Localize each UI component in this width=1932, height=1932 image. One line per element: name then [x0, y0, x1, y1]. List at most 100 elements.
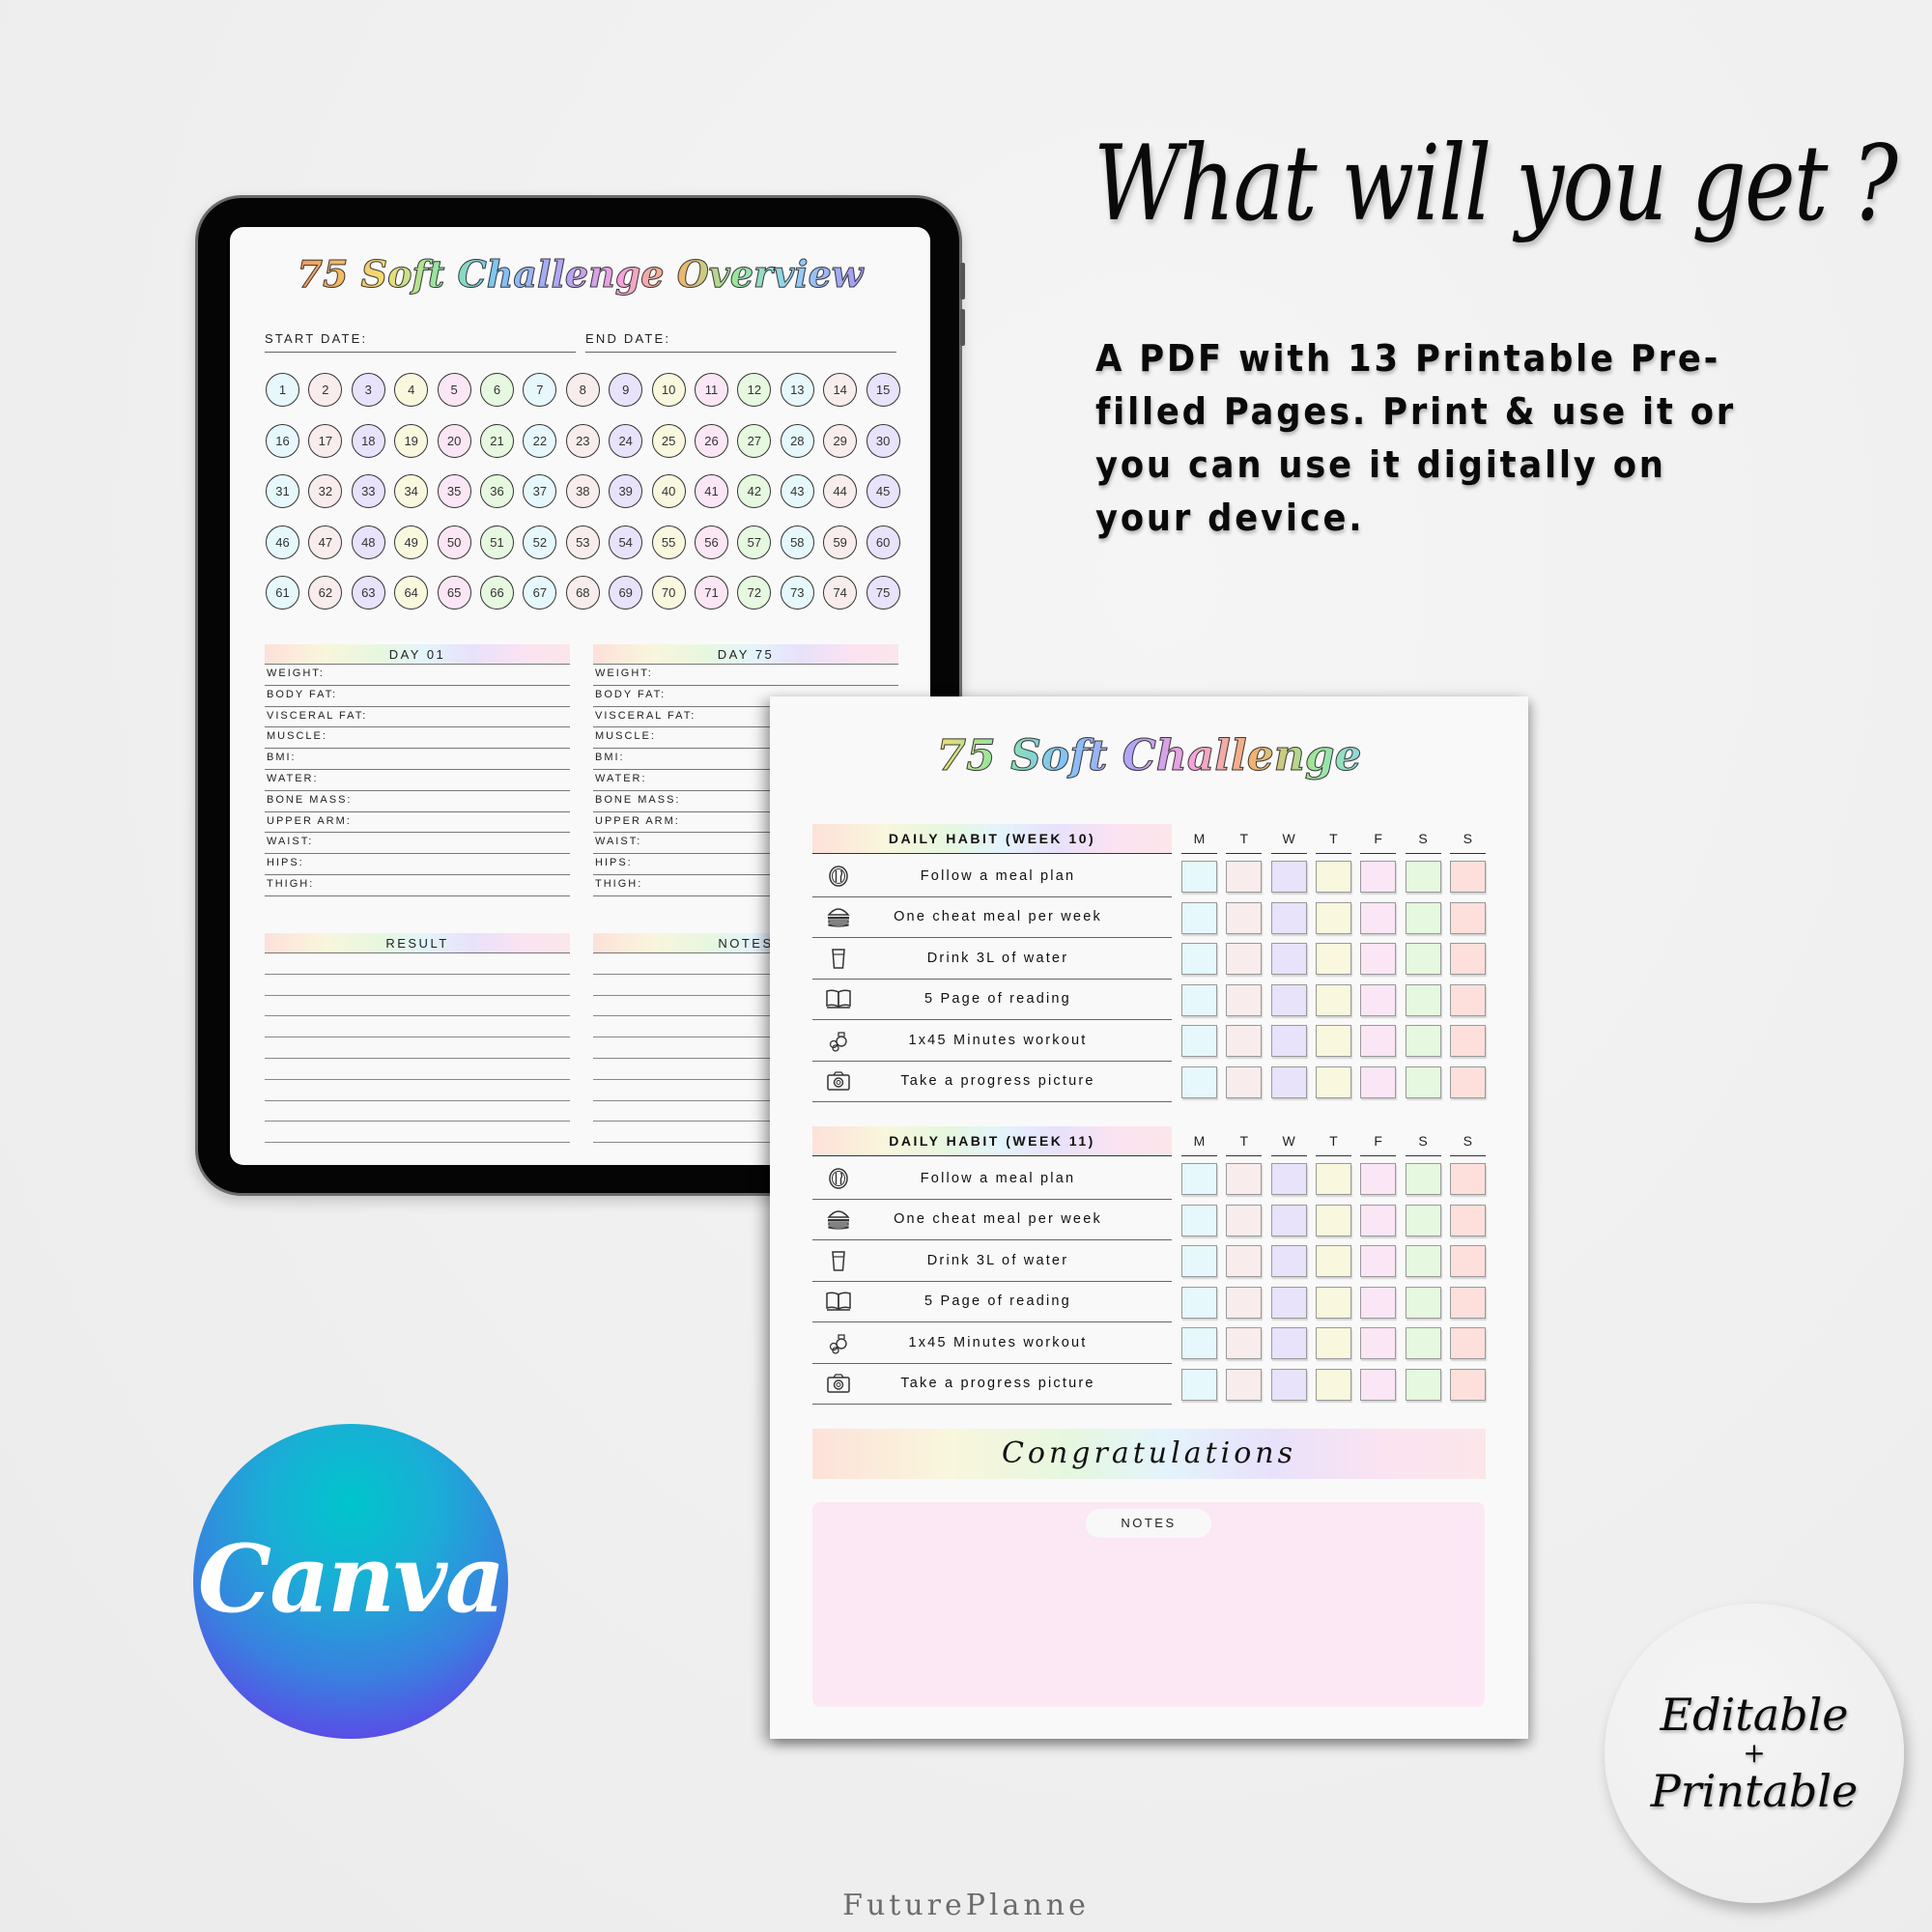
writing-line[interactable]	[265, 1059, 570, 1080]
habit-checkbox[interactable]	[1449, 901, 1486, 934]
habit-checkbox[interactable]	[1405, 943, 1441, 975]
day-circle[interactable]: 30	[866, 423, 900, 458]
day-circle[interactable]: 16	[266, 423, 299, 458]
habit-checkbox[interactable]	[1181, 1368, 1217, 1401]
habit-checkbox[interactable]	[1181, 901, 1217, 934]
habit-checkbox[interactable]	[1360, 943, 1397, 975]
measurement-field[interactable]: WATER:	[265, 770, 570, 791]
day-circle[interactable]: 29	[823, 423, 858, 458]
habit-checkbox[interactable]	[1270, 861, 1307, 893]
writing-line[interactable]	[265, 1101, 570, 1122]
habit-checkbox[interactable]	[1226, 1025, 1263, 1057]
day-circle[interactable]: 73	[780, 576, 814, 610]
habit-checkbox[interactable]	[1405, 1368, 1441, 1401]
day-circle[interactable]: 35	[437, 474, 471, 508]
day-circle[interactable]: 15	[866, 373, 900, 407]
habit-checkbox[interactable]	[1360, 1327, 1397, 1359]
day-circle[interactable]: 42	[737, 474, 772, 508]
habit-checkbox[interactable]	[1270, 1286, 1307, 1319]
day-circle[interactable]: 63	[351, 576, 385, 610]
habit-checkbox[interactable]	[1181, 861, 1217, 893]
habit-checkbox[interactable]	[1270, 1204, 1307, 1236]
day-circle[interactable]: 64	[394, 576, 429, 610]
habit-checkbox[interactable]	[1405, 1025, 1441, 1057]
day-circle[interactable]: 27	[737, 423, 772, 458]
day-circle[interactable]: 10	[651, 373, 686, 407]
day-circle[interactable]: 58	[780, 525, 814, 559]
day-circle[interactable]: 69	[609, 576, 643, 610]
writing-line[interactable]	[265, 975, 570, 996]
habit-checkbox[interactable]	[1405, 901, 1441, 934]
day-circle[interactable]: 55	[651, 525, 686, 559]
day-circle[interactable]: 9	[609, 373, 643, 407]
habit-checkbox[interactable]	[1405, 1065, 1441, 1098]
day-circle[interactable]: 45	[866, 474, 900, 508]
habit-checkbox[interactable]	[1360, 1368, 1397, 1401]
day-circle[interactable]: 68	[565, 576, 600, 610]
measurement-field[interactable]: THIGH:	[265, 875, 570, 896]
day-circle[interactable]: 57	[737, 525, 772, 559]
habit-checkbox[interactable]	[1449, 1163, 1486, 1195]
habit-checkbox[interactable]	[1360, 1245, 1397, 1277]
habit-checkbox[interactable]	[1449, 861, 1486, 893]
habit-checkbox[interactable]	[1270, 1163, 1307, 1195]
habit-checkbox[interactable]	[1360, 861, 1397, 893]
day-circle[interactable]: 31	[266, 474, 299, 508]
writing-line[interactable]	[265, 996, 570, 1017]
habit-checkbox[interactable]	[1449, 1065, 1486, 1098]
habit-checkbox[interactable]	[1226, 861, 1263, 893]
day-circle[interactable]: 13	[780, 373, 814, 407]
writing-line[interactable]	[265, 1080, 570, 1101]
day-circle[interactable]: 75	[866, 576, 900, 610]
writing-line[interactable]	[265, 1016, 570, 1038]
habit-checkbox[interactable]	[1405, 983, 1441, 1016]
habit-checkbox[interactable]	[1226, 1286, 1263, 1319]
day-circle[interactable]: 65	[437, 576, 471, 610]
measurement-field[interactable]: MUSCLE:	[265, 727, 570, 750]
measurement-field[interactable]: BMI:	[265, 749, 570, 770]
habit-checkbox[interactable]	[1315, 1245, 1351, 1277]
day-circle[interactable]: 24	[609, 423, 643, 458]
habit-checkbox[interactable]	[1449, 1245, 1486, 1277]
habit-checkbox[interactable]	[1449, 1204, 1486, 1236]
habit-checkbox[interactable]	[1226, 1204, 1263, 1236]
habit-checkbox[interactable]	[1181, 983, 1217, 1016]
day-circle[interactable]: 39	[609, 474, 643, 508]
habit-checkbox[interactable]	[1360, 983, 1397, 1016]
day-circle[interactable]: 18	[351, 423, 385, 458]
day-circle[interactable]: 3	[351, 373, 385, 407]
habit-checkbox[interactable]	[1181, 943, 1217, 975]
measurement-field[interactable]: WEIGHT:	[265, 665, 570, 686]
day-circle[interactable]: 17	[308, 423, 343, 458]
day-circle[interactable]: 32	[308, 474, 343, 508]
notes-box[interactable]: NOTES	[812, 1502, 1485, 1707]
day-circle[interactable]: 72	[737, 576, 772, 610]
day-circle[interactable]: 59	[823, 525, 858, 559]
habit-checkbox[interactable]	[1449, 1327, 1486, 1359]
habit-checkbox[interactable]	[1405, 861, 1441, 893]
habit-checkbox[interactable]	[1226, 1065, 1263, 1098]
day-circle[interactable]: 44	[823, 474, 858, 508]
day-circle[interactable]: 5	[437, 373, 471, 407]
day-circle[interactable]: 28	[780, 423, 814, 458]
day-circle[interactable]: 25	[651, 423, 686, 458]
day-circle[interactable]: 51	[480, 525, 514, 559]
day-circle[interactable]: 43	[780, 474, 814, 508]
day-circle[interactable]: 33	[351, 474, 385, 508]
day-circle[interactable]: 8	[565, 373, 600, 407]
measurement-field[interactable]: BONE MASS:	[265, 791, 570, 812]
start-date-field[interactable]: START DATE:	[265, 331, 576, 353]
habit-checkbox[interactable]	[1315, 1204, 1351, 1236]
habit-checkbox[interactable]	[1449, 1025, 1486, 1057]
habit-checkbox[interactable]	[1181, 1327, 1217, 1359]
habit-checkbox[interactable]	[1449, 943, 1486, 975]
day-circle[interactable]: 37	[523, 474, 557, 508]
habit-checkbox[interactable]	[1405, 1286, 1441, 1319]
day-circle[interactable]: 54	[609, 525, 643, 559]
habit-checkbox[interactable]	[1360, 1204, 1397, 1236]
day-circle[interactable]: 56	[695, 525, 728, 559]
day-circle[interactable]: 62	[308, 576, 343, 610]
day-circle[interactable]: 50	[437, 525, 471, 559]
habit-checkbox[interactable]	[1360, 901, 1397, 934]
day-circle[interactable]: 52	[523, 525, 557, 559]
